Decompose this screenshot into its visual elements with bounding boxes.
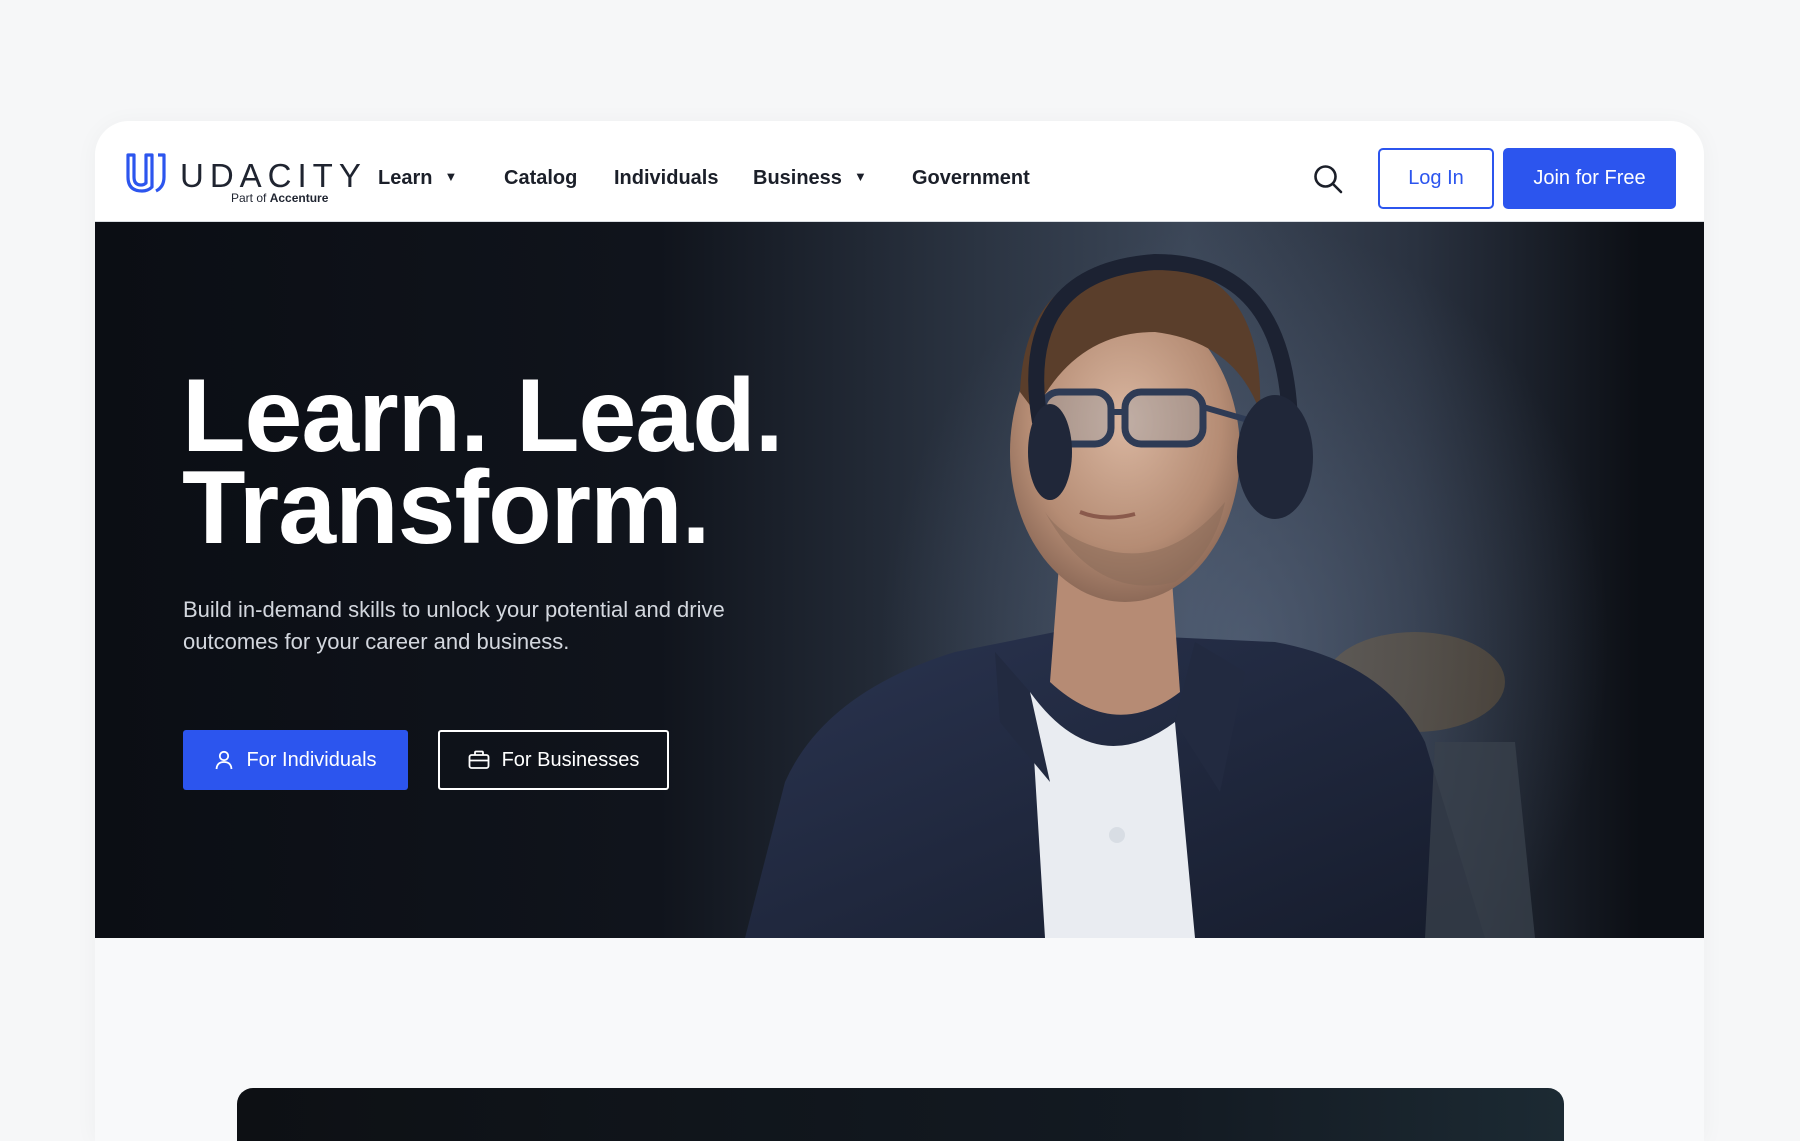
browser-page: UDACITY Part of Accenture Learn ▼ Catalog… [95,121,1704,1141]
caret-down-icon: ▼ [853,169,867,184]
nav-item-government[interactable]: Government [912,167,1030,190]
hero-section: Learn. Lead. Transform. Build in-demand … [95,222,1704,938]
nav-item-label: Business [753,167,842,189]
hero-subtitle: Build in-demand skills to unlock your po… [183,597,725,654]
for-individuals-button[interactable]: For Individuals [183,730,408,790]
logo-wordmark: UDACITY [180,157,367,194]
join-for-free-button[interactable]: Join for Free [1503,148,1676,209]
udacity-logo-icon [126,153,166,193]
hero-photo [745,253,1535,938]
hero-title-line-2: Transform. [182,450,710,566]
video-section-preview [237,1088,1564,1141]
nav-item-learn[interactable]: Learn ▼ [378,167,457,190]
briefcase-icon [468,750,489,769]
hero-title-line-1: Learn. Lead. [182,358,784,474]
for-businesses-label: For Businesses [501,748,640,771]
login-button[interactable]: Log In [1378,148,1494,209]
nav-item-label: Individuals [614,167,719,189]
for-businesses-button[interactable]: For Businesses [438,730,669,790]
caret-down-icon: ▼ [444,169,458,184]
logo-sub-company: Accenture [269,191,329,205]
for-individuals-label: For Individuals [246,748,377,771]
nav-item-catalog[interactable]: Catalog [504,167,577,190]
logo-sub-prefix: Part of [231,191,267,205]
top-nav: UDACITY Part of Accenture Learn ▼ Catalog… [95,121,1704,222]
nav-item-label: Catalog [504,167,578,189]
search-icon[interactable] [1313,164,1343,199]
udacity-logo[interactable]: UDACITY Part of Accenture [124,151,361,205]
nav-item-label: Learn [378,167,433,189]
nav-item-business[interactable]: Business ▼ [753,167,867,190]
logo-subtitle: Part of Accenture [231,191,328,205]
hero-title: Learn. Lead. Transform. [182,358,784,566]
user-icon [216,750,233,770]
nav-item-individuals[interactable]: Individuals [614,167,718,190]
nav-item-label: Government [912,167,1030,189]
